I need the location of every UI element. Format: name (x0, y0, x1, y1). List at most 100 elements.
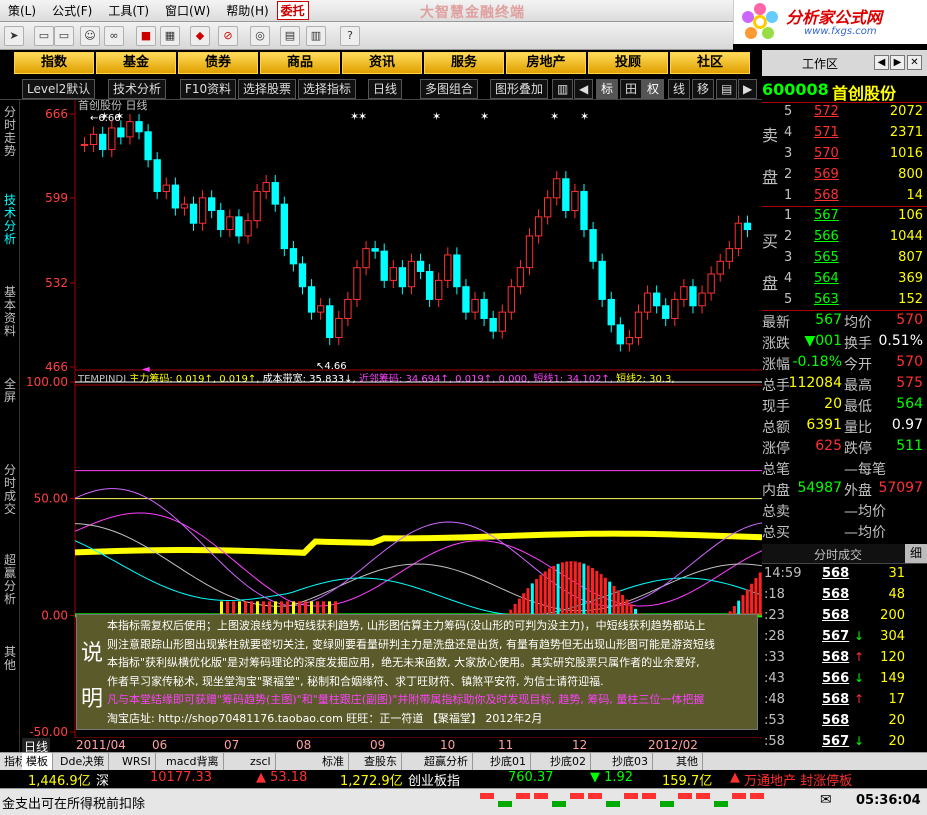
brand-title: 大智慧金融终端 (420, 5, 525, 21)
nav-community[interactable]: 社区 (670, 52, 750, 74)
people-icon[interactable]: ☺ (80, 26, 100, 46)
bottom-tab[interactable]: Dde决策 (56, 753, 110, 771)
stat-label: 最高 (844, 378, 872, 394)
chip-bar (539, 574, 543, 616)
arrow-icon[interactable]: ➤ (4, 26, 24, 46)
play-icon[interactable]: ▶ (738, 79, 758, 99)
menu-strategy[interactable]: 策(L) (0, 2, 44, 19)
tab-super-analysis[interactable]: 超赢分析 (2, 554, 18, 606)
stock-name: 首创股份 (832, 84, 897, 103)
right-arrow-icon[interactable]: ▶ (890, 55, 905, 70)
menu-help[interactable]: 帮助(H) (218, 2, 276, 19)
tick-price: 568 (822, 587, 850, 602)
bottom-tab[interactable]: macd背离 (162, 753, 224, 771)
overlay-button[interactable]: 图形叠加 (490, 79, 549, 99)
mini-indicator (660, 801, 674, 807)
stat-row: 总笔 —每笔 (762, 459, 927, 480)
bid-row[interactable]: 4 564 369 (762, 271, 927, 291)
nav-advisor[interactable]: 投顾 (588, 52, 668, 74)
bid-level: 5 (784, 292, 793, 307)
left-arrow-icon[interactable]: ◀ (574, 79, 594, 99)
tab-basic-info[interactable]: 基本资料 (2, 286, 18, 338)
nav-service[interactable]: 服务 (424, 52, 504, 74)
bid-row[interactable]: 3 565 807 (762, 250, 927, 270)
bottom-tab[interactable]: zscl (246, 753, 276, 771)
ts-detail-button[interactable]: 细 (905, 544, 927, 563)
coin-icon[interactable]: ◎ (250, 26, 270, 46)
ask-row[interactable]: 5 572 2072 (762, 104, 927, 124)
ask-row[interactable]: 1 568 14 (762, 188, 927, 208)
bid-row[interactable]: 2 566 1044 (762, 229, 927, 249)
tab-other[interactable]: 其他 (2, 646, 18, 672)
level2-default-button[interactable]: Level2默认 (22, 79, 96, 99)
tab-tech-analysis[interactable]: 技术分析 (2, 194, 18, 246)
crosshair-icon[interactable]: 田 (620, 79, 643, 99)
date-label: 08 (296, 738, 312, 752)
multi-chart-button[interactable]: 多图组合 (420, 79, 479, 99)
no-entry-icon[interactable]: ⊘ (218, 26, 238, 46)
help-icon[interactable]: ? (340, 26, 360, 46)
chip-bar (599, 574, 603, 616)
bottom-tab[interactable]: 其他 (672, 753, 703, 771)
bottom-tab[interactable]: 抄底02 (546, 753, 591, 771)
bottom-tab[interactable]: 抄底01 (486, 753, 531, 771)
menu-tools[interactable]: 工具(T) (100, 2, 157, 19)
nav-bond[interactable]: 债券 (178, 52, 258, 74)
bottom-tab[interactable]: 超赢分析 (420, 753, 473, 771)
ask-row[interactable]: 2 569 800 (762, 167, 927, 187)
stat-row: 涨停 625 跌停 511 (762, 438, 927, 459)
bid-row[interactable]: 5 563 152 (762, 292, 927, 312)
bottom-tab[interactable]: 标准 (318, 753, 349, 771)
ask-row[interactable]: 4 571 2371 (762, 125, 927, 145)
tick-time: :43 (764, 671, 785, 686)
select-indicator-button[interactable]: 选择指标 (298, 79, 357, 99)
select-stock-button[interactable]: 选择股票 (238, 79, 297, 99)
left-arrow-icon[interactable]: ◀ (874, 55, 889, 70)
diamond-icon[interactable]: ◆ (190, 26, 210, 46)
rights-button[interactable]: 权 (642, 79, 665, 99)
ask-volume: 800 (898, 167, 923, 182)
line-button[interactable]: 线 (668, 79, 691, 99)
menu-formula[interactable]: 公式(F) (44, 2, 100, 19)
mark-button[interactable]: 标 (596, 79, 619, 99)
f10-button[interactable]: F10资料 (180, 79, 237, 99)
tab-timeshare[interactable]: 分时走势 (2, 106, 18, 158)
ask-price: 571 (814, 125, 839, 140)
explain-line: 本指标需复权后使用；上图波浪线为中短线获利趋势, 山形图估算主力筹码(没山形的可… (107, 619, 706, 632)
tab-timeshare-deals[interactable]: 分时成交 (2, 464, 18, 516)
red-square-icon[interactable]: ■ (136, 26, 156, 46)
entrust-button[interactable]: 委托 (276, 1, 309, 20)
tech-analysis-button[interactable]: 技术分析 (108, 79, 167, 99)
tab-fullscreen[interactable]: 全屏 (2, 378, 18, 404)
bottom-tab[interactable]: 模板 (22, 753, 53, 771)
nav-realestate[interactable]: 房地产 (506, 52, 586, 74)
monitor-icon[interactable]: ▭ (54, 26, 74, 46)
bottom-tab[interactable]: 抄底03 (608, 753, 653, 771)
move-button[interactable]: 移 (692, 79, 715, 99)
alert-text[interactable]: 万通地产 封涨停板 (744, 770, 852, 789)
bid-row[interactable]: 1 567 106 (762, 208, 927, 228)
bottom-tab[interactable]: WRSI (118, 753, 156, 771)
monitor-icon[interactable]: ▭ (34, 26, 54, 46)
chip-bar (535, 578, 539, 616)
ts-header[interactable]: 分时成交 (814, 546, 862, 563)
stat-row: 涨幅 -0.18% 今开 570 (762, 354, 927, 375)
panel-icon[interactable]: ▤ (716, 79, 738, 99)
nav-fund[interactable]: 基金 (96, 52, 176, 74)
book-icon[interactable]: ▥ (306, 26, 326, 46)
bottom-tab[interactable]: 查股东 (360, 753, 402, 771)
ask-row[interactable]: 3 570 1016 (762, 146, 927, 166)
date-label: 2011/04 (76, 738, 126, 752)
stat-row: 总手 112084 最高 575 (762, 375, 927, 396)
folder-icon[interactable]: ▤ (280, 26, 300, 46)
binoculars-icon[interactable]: ∞ (104, 26, 124, 46)
close-icon[interactable]: ✕ (907, 55, 922, 70)
daily-button[interactable]: 日线 (368, 79, 403, 99)
menu-window[interactable]: 窗口(W) (157, 2, 218, 19)
nav-news[interactable]: 资讯 (342, 52, 422, 74)
mail-icon[interactable]: ✉ (820, 792, 832, 808)
nav-commodity[interactable]: 商品 (260, 52, 340, 74)
grid-icon[interactable]: ▦ (160, 26, 180, 46)
bars-icon[interactable]: ▥ (552, 79, 574, 99)
nav-index[interactable]: 指数 (14, 52, 94, 74)
